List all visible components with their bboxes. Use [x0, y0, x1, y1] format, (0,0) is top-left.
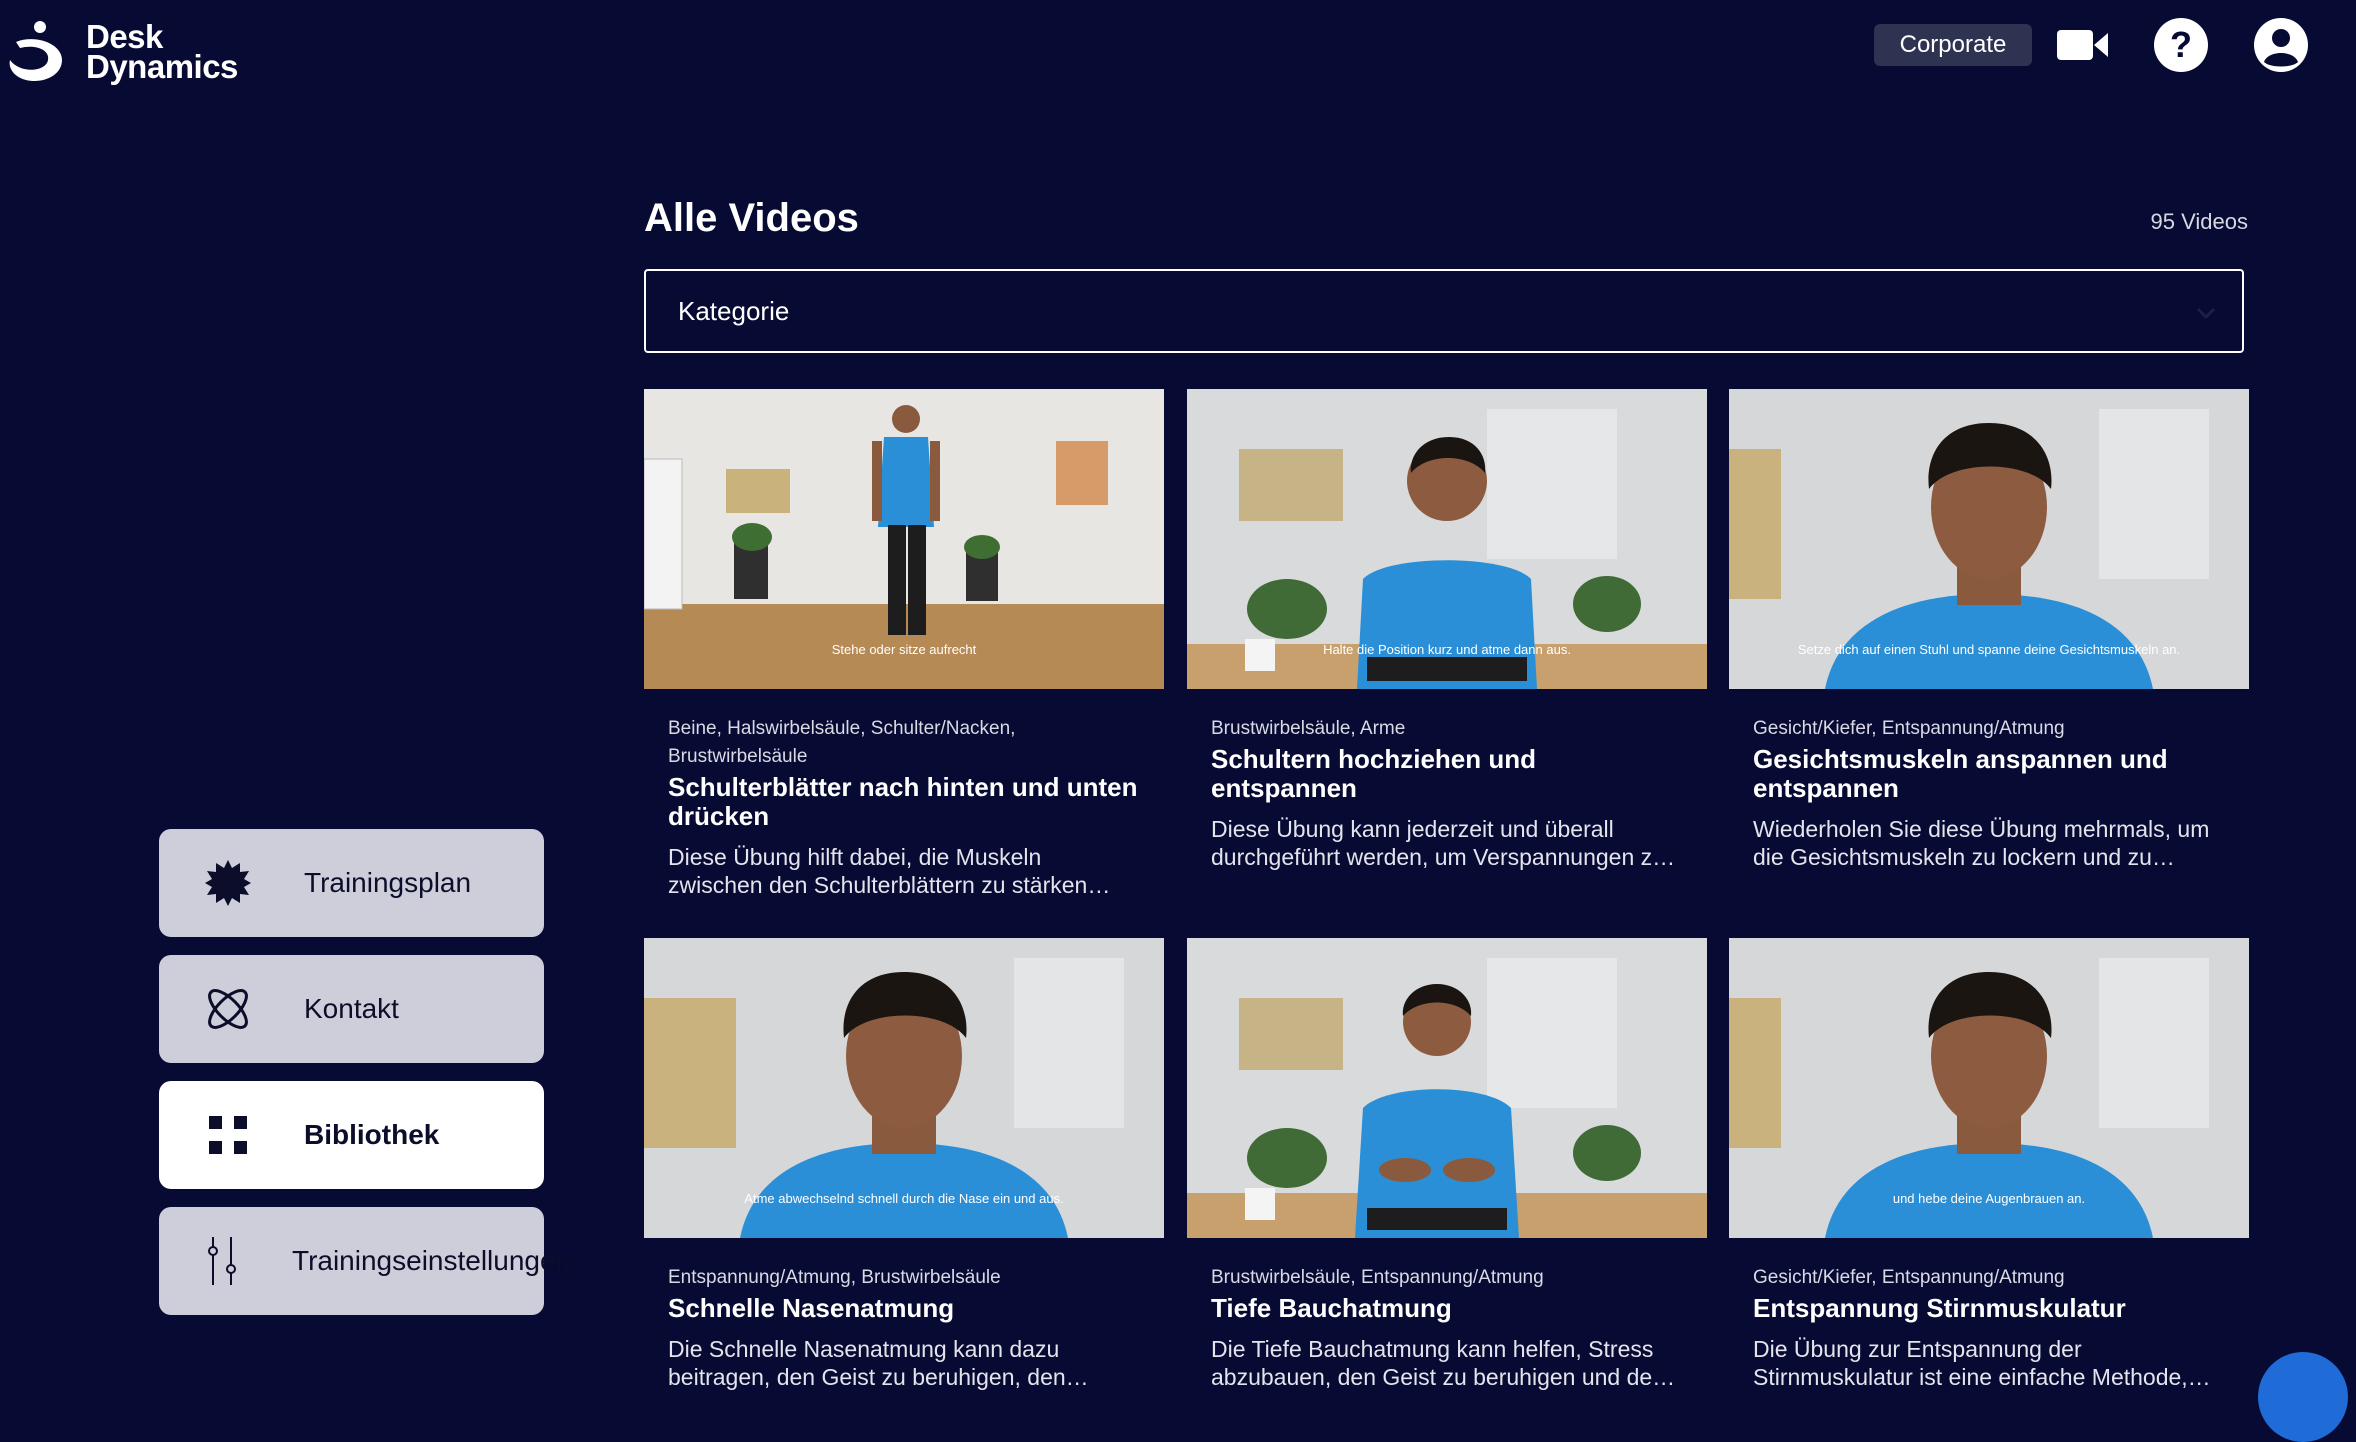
video-description: Die Schnelle Nasenatmung kann dazu beitr…: [668, 1336, 1066, 1390]
category-filter-select[interactable]: Kategorie: [644, 269, 2244, 353]
video-card[interactable]: und hebe deine Augenbrauen an. Gesicht/K…: [1729, 938, 2249, 1391]
video-description: Wiederholen Sie diese Übung mehrmals, um…: [1753, 816, 2210, 870]
sidebar-item-kontakt[interactable]: Kontakt: [159, 955, 544, 1063]
gear-badge-icon: [202, 857, 254, 909]
sidebar-item-trainingseinstellungen[interactable]: Trainingseinstellungen: [159, 1207, 571, 1315]
video-card[interactable]: Setze dich auf einen Stuhl und spanne de…: [1729, 389, 2249, 871]
video-tags: Brustwirbelsäule, Arme: [1211, 718, 1406, 739]
sidebar-item-label: Trainingseinstellungen: [292, 1245, 572, 1276]
sidebar-item-trainingsplan[interactable]: Trainingsplan: [159, 829, 544, 937]
video-title[interactable]: Entspannung Stirnmuskulatur: [1753, 1294, 2225, 1323]
chevron-down-icon: [2196, 307, 2216, 320]
video-description: Die Übung zur Entspannung der Stirnmusku…: [1753, 1336, 2211, 1390]
video-thumbnail[interactable]: [1187, 938, 1707, 1238]
video-caption: und hebe deine Augenbrauen an.: [1892, 1191, 2086, 1206]
sidebar-item-bibliothek[interactable]: Bibliothek: [159, 1081, 544, 1189]
video-card[interactable]: Brustwirbelsäule, Entspannung/Atmung Tie…: [1187, 938, 1707, 1391]
user-account-icon[interactable]: [2252, 16, 2310, 74]
video-caption: Stehe oder sitze aufrecht: [831, 642, 977, 657]
video-tags: Gesicht/Kiefer, Entspannung/Atmung: [1753, 1267, 2065, 1288]
video-tags: Beine, Halswirbelsäule, Schulter/Nacken,…: [668, 718, 1016, 767]
video-title[interactable]: Schnelle Nasenatmung: [668, 1294, 1140, 1323]
brand-name: Desk Dynamics: [86, 18, 238, 85]
video-title[interactable]: Schulterblätter nach hinten und unten dr…: [668, 773, 1140, 831]
chat-support-button[interactable]: [2258, 1352, 2348, 1442]
video-card[interactable]: Atme abwechselnd schnell durch die Nase …: [644, 938, 1164, 1391]
desk-dynamics-logo-icon: [9, 21, 62, 82]
category-filter-value: Kategorie: [678, 295, 790, 326]
brand-logo[interactable]: Desk Dynamics: [6, 20, 238, 84]
video-card[interactable]: Stehe oder sitze aufrecht Beine, Halswir…: [644, 389, 1164, 899]
video-camera-icon[interactable]: [2054, 16, 2112, 74]
help-icon[interactable]: ?: [2152, 16, 2210, 74]
video-card[interactable]: Halte die Position kurz und atme dann au…: [1187, 389, 1707, 871]
video-tags: Entspannung/Atmung, Brustwirbelsäule: [668, 1267, 1001, 1288]
video-description: Diese Übung hilft dabei, die Muskeln zwi…: [668, 844, 1111, 898]
atom-icon: [202, 983, 254, 1035]
video-count: 95 Videos: [2150, 209, 2248, 234]
sidebar-item-label: Kontakt: [304, 993, 399, 1024]
svg-text:?: ?: [2170, 24, 2192, 65]
sidebar-item-label: Bibliothek: [304, 1119, 440, 1150]
corporate-button[interactable]: Corporate: [1874, 24, 2032, 66]
video-description: Diese Übung kann jederzeit und überall d…: [1211, 816, 1676, 870]
video-caption: Setze dich auf einen Stuhl und spanne de…: [1797, 642, 2181, 657]
video-title[interactable]: Schultern hochziehen und entspannen: [1211, 745, 1683, 803]
video-caption: Atme abwechselnd schnell durch die Nase …: [744, 1191, 1064, 1206]
video-tags: Gesicht/Kiefer, Entspannung/Atmung: [1753, 718, 2065, 739]
video-title[interactable]: Tiefe Bauchatmung: [1211, 1294, 1683, 1323]
video-description: Die Tiefe Bauchatmung kann helfen, Stres…: [1211, 1336, 1676, 1390]
page-title: Alle Videos: [644, 196, 859, 240]
video-tags: Brustwirbelsäule, Entspannung/Atmung: [1211, 1267, 1544, 1288]
video-title[interactable]: Gesichtsmuskeln anspannen und entspannen: [1753, 745, 2225, 803]
grid-icon: [202, 1109, 254, 1161]
sidebar-item-label: Trainingsplan: [304, 867, 472, 898]
video-caption: Halte die Position kurz und atme dann au…: [1323, 642, 1571, 657]
sliders-icon: [202, 1235, 242, 1287]
